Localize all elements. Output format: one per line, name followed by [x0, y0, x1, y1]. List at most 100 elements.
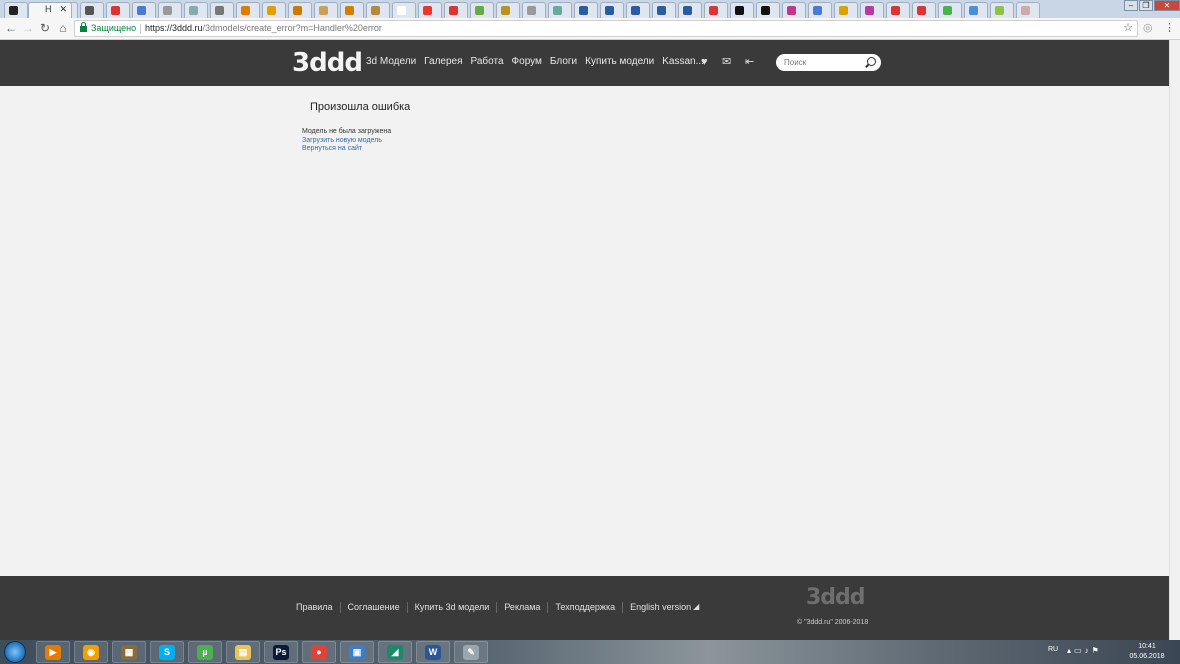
- browser-tab[interactable]: [938, 2, 962, 18]
- close-window-icon[interactable]: ✕: [1154, 0, 1180, 11]
- logout-icon[interactable]: ⇤: [745, 55, 754, 69]
- browser-tab[interactable]: [132, 2, 156, 18]
- tab-favicon-icon: [605, 6, 614, 15]
- taskbar-app-chrome[interactable]: ●: [302, 641, 336, 663]
- browser-tab[interactable]: [444, 2, 468, 18]
- footer-link-english[interactable]: English version: [630, 602, 691, 613]
- tab-favicon-icon: [501, 6, 510, 15]
- footer-link-rules[interactable]: Правила: [296, 602, 333, 613]
- url-text: https://3ddd.ru/3dmodels/create_error?m=…: [145, 23, 382, 33]
- browser-tab[interactable]: [990, 2, 1014, 18]
- browser-tab[interactable]: [366, 2, 390, 18]
- page-scrollbar[interactable]: [1169, 40, 1180, 640]
- footer-link-support[interactable]: Техподдержка: [555, 602, 615, 613]
- forward-arrow-icon[interactable]: →: [21, 21, 35, 35]
- tab-favicon-icon: [813, 6, 822, 15]
- browser-tab[interactable]: [106, 2, 130, 18]
- nav-item-buy-models[interactable]: Купить модели: [585, 56, 654, 67]
- home-icon[interactable]: ⌂: [56, 21, 70, 35]
- browser-tab[interactable]: [4, 2, 28, 18]
- nav-item-work[interactable]: Работа: [471, 56, 504, 67]
- tab-favicon-icon: [969, 6, 978, 15]
- browser-tab[interactable]: [184, 2, 208, 18]
- browser-tab[interactable]: [574, 2, 598, 18]
- rss-icon[interactable]: ◢: [693, 602, 699, 613]
- nav-item-blogs[interactable]: Блоги: [550, 56, 577, 67]
- search-icon[interactable]: [867, 57, 876, 66]
- tray-icons[interactable]: ▴▭♪⚑: [1067, 646, 1102, 655]
- url-input[interactable]: Защищено https://3ddd.ru/3dmodels/create…: [74, 20, 1138, 37]
- browser-tab[interactable]: [418, 2, 442, 18]
- extension-icon[interactable]: ◎: [1143, 21, 1153, 34]
- browser-tab[interactable]: [392, 2, 416, 18]
- browser-tab[interactable]: [652, 2, 676, 18]
- site-logo[interactable]: 3ddd: [292, 49, 363, 77]
- browser-tab[interactable]: [522, 2, 546, 18]
- search-input[interactable]: [784, 56, 864, 69]
- upload-new-model-link[interactable]: Загрузить новую модель: [302, 137, 382, 144]
- taskbar-app-word[interactable]: W: [416, 641, 450, 663]
- minimize-icon[interactable]: –: [1124, 0, 1138, 11]
- language-indicator[interactable]: RU: [1048, 646, 1058, 653]
- browser-tab[interactable]: [470, 2, 494, 18]
- taskbar-app-file-explorer[interactable]: ▤: [226, 641, 260, 663]
- nav-item-forum[interactable]: Форум: [512, 56, 542, 67]
- bookmark-star-icon[interactable]: ☆: [1123, 21, 1133, 36]
- footer-link-ads[interactable]: Реклама: [504, 602, 540, 613]
- browser-tab[interactable]: [210, 2, 234, 18]
- taskbar-app-green-app[interactable]: ◢: [378, 641, 412, 663]
- utorrent-icon: µ: [197, 645, 213, 660]
- browser-tab[interactable]: [756, 2, 780, 18]
- browser-tab[interactable]: [600, 2, 624, 18]
- browser-tab[interactable]: [262, 2, 286, 18]
- browser-tab[interactable]: [782, 2, 806, 18]
- browser-menu-icon[interactable]: ⋮: [1164, 21, 1175, 34]
- taskbar-app-utorrent[interactable]: µ: [188, 641, 222, 663]
- taskbar-app-orange-app[interactable]: ◉: [74, 641, 108, 663]
- browser-tab[interactable]: [548, 2, 572, 18]
- browser-tab[interactable]: [834, 2, 858, 18]
- browser-tab[interactable]: [496, 2, 520, 18]
- restore-icon[interactable]: ❐: [1139, 0, 1153, 11]
- browser-tab[interactable]: [886, 2, 910, 18]
- browser-tab[interactable]: [704, 2, 728, 18]
- browser-tab[interactable]: [1016, 2, 1040, 18]
- browser-tab[interactable]: [236, 2, 260, 18]
- photoshop-icon: Ps: [273, 645, 289, 660]
- window-controls: – ❐ ✕: [1123, 0, 1180, 12]
- active-browser-tab[interactable]: Н ✕: [28, 2, 72, 18]
- browser-tab[interactable]: [730, 2, 754, 18]
- tab-favicon-icon: [657, 6, 666, 15]
- nav-item-3d-models[interactable]: 3d Модели: [366, 56, 416, 67]
- taskbar-app-network-app[interactable]: ▣: [340, 641, 374, 663]
- close-tab-icon[interactable]: ✕: [59, 4, 67, 15]
- browser-tab[interactable]: [340, 2, 364, 18]
- taskbar-app-archive[interactable]: ▦: [112, 641, 146, 663]
- taskbar-app-skype[interactable]: S: [150, 641, 184, 663]
- browser-tab[interactable]: [808, 2, 832, 18]
- start-button[interactable]: [4, 641, 26, 663]
- browser-tab[interactable]: [912, 2, 936, 18]
- browser-tab[interactable]: [860, 2, 884, 18]
- heart-icon[interactable]: ♥: [701, 55, 708, 69]
- clock[interactable]: 10:41 05.06.2018: [1128, 642, 1166, 662]
- browser-tab[interactable]: [678, 2, 702, 18]
- browser-tab[interactable]: [964, 2, 988, 18]
- browser-tab[interactable]: [80, 2, 104, 18]
- footer-link-agreement[interactable]: Соглашение: [348, 602, 400, 613]
- taskbar-app-paint-app[interactable]: ✎: [454, 641, 488, 663]
- browser-tab[interactable]: [288, 2, 312, 18]
- mail-icon[interactable]: ✉: [722, 55, 731, 69]
- browser-tab[interactable]: [626, 2, 650, 18]
- nav-item-gallery[interactable]: Галерея: [424, 56, 462, 67]
- footer-link-buy-models[interactable]: Купить 3d модели: [415, 602, 490, 613]
- taskbar-app-media-player[interactable]: ▶: [36, 641, 70, 663]
- taskbar-app-photoshop[interactable]: Ps: [264, 641, 298, 663]
- reload-icon[interactable]: ↻: [38, 21, 52, 35]
- tab-favicon-icon: [319, 6, 328, 15]
- browser-tab[interactable]: [314, 2, 338, 18]
- browser-tab[interactable]: [158, 2, 182, 18]
- nav-item-user[interactable]: Kassan...: [662, 56, 704, 67]
- back-arrow-icon[interactable]: ←: [4, 21, 18, 35]
- back-to-site-link[interactable]: Вернуться на сайт: [302, 145, 362, 152]
